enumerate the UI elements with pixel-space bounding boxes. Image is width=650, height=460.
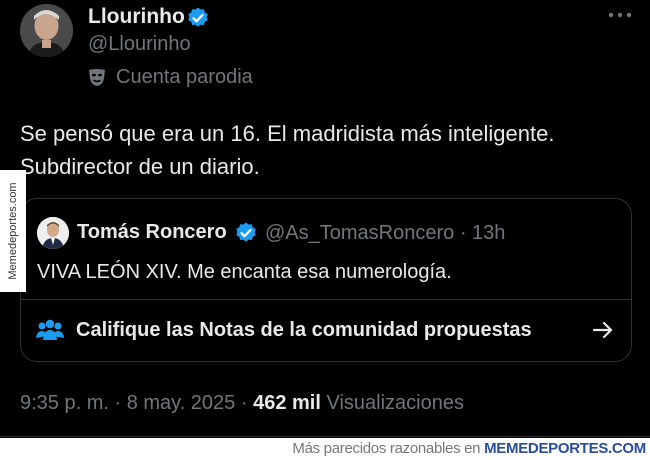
tweet-meta: 9:35 p. m. · 8 may. 2025 · 462 mil Visua… (20, 392, 464, 415)
more-icon[interactable] (606, 8, 634, 22)
community-notes-icon (36, 319, 64, 340)
views-label: Visualizaciones (326, 392, 464, 414)
tweet-text-line: Subdirector de un diario. (20, 154, 260, 179)
quoted-author-name[interactable]: Tomás Roncero (77, 221, 227, 244)
author-handle[interactable]: @Llourinho (88, 33, 191, 56)
quoted-tweet-card[interactable]: Tomás Roncero @As_TomasRoncero · 13h VIV… (20, 198, 632, 362)
verified-badge-icon (188, 7, 208, 27)
footer-brand: MEMEDEPORTES.COM (484, 440, 646, 457)
community-notes-label: Califique las Notas de la comunidad prop… (76, 319, 532, 341)
timestamp[interactable]: 9:35 p. m. · 8 may. 2025 · (20, 392, 248, 414)
quoted-tweet-text: VIVA LEÓN XIV. Me encanta esa numerologí… (37, 261, 452, 283)
footer-watermark: Más parecidos razonables en MEMEDEPORTES… (0, 438, 650, 460)
tweet-text: Se pensó que era un 16. El madridista má… (20, 117, 640, 183)
quoted-author-avatar[interactable] (37, 217, 69, 249)
views-count: 462 mil (253, 392, 321, 414)
footer-watermark-text: Más parecidos razonables en MEMEDEPORTES… (292, 440, 646, 457)
author-display-name[interactable]: Llourinho (88, 5, 185, 29)
arrow-right-icon[interactable] (591, 318, 615, 342)
footer-prefix: Más parecidos razonables en (292, 440, 481, 457)
author-avatar[interactable] (20, 4, 73, 57)
community-notes-row[interactable]: Califique las Notas de la comunidad prop… (21, 300, 631, 361)
divider (0, 436, 650, 437)
parody-mask-icon (89, 69, 105, 86)
tweet-text-line: Se pensó que era un 16. El madridista má… (20, 121, 555, 146)
side-watermark: Memedeportes.com (0, 170, 26, 292)
quoted-handle-time[interactable]: @As_TomasRoncero · 13h (265, 222, 505, 245)
side-watermark-text: Memedeportes.com (7, 182, 19, 280)
parody-label: Cuenta parodia (116, 66, 253, 88)
verified-badge-icon (236, 222, 256, 242)
